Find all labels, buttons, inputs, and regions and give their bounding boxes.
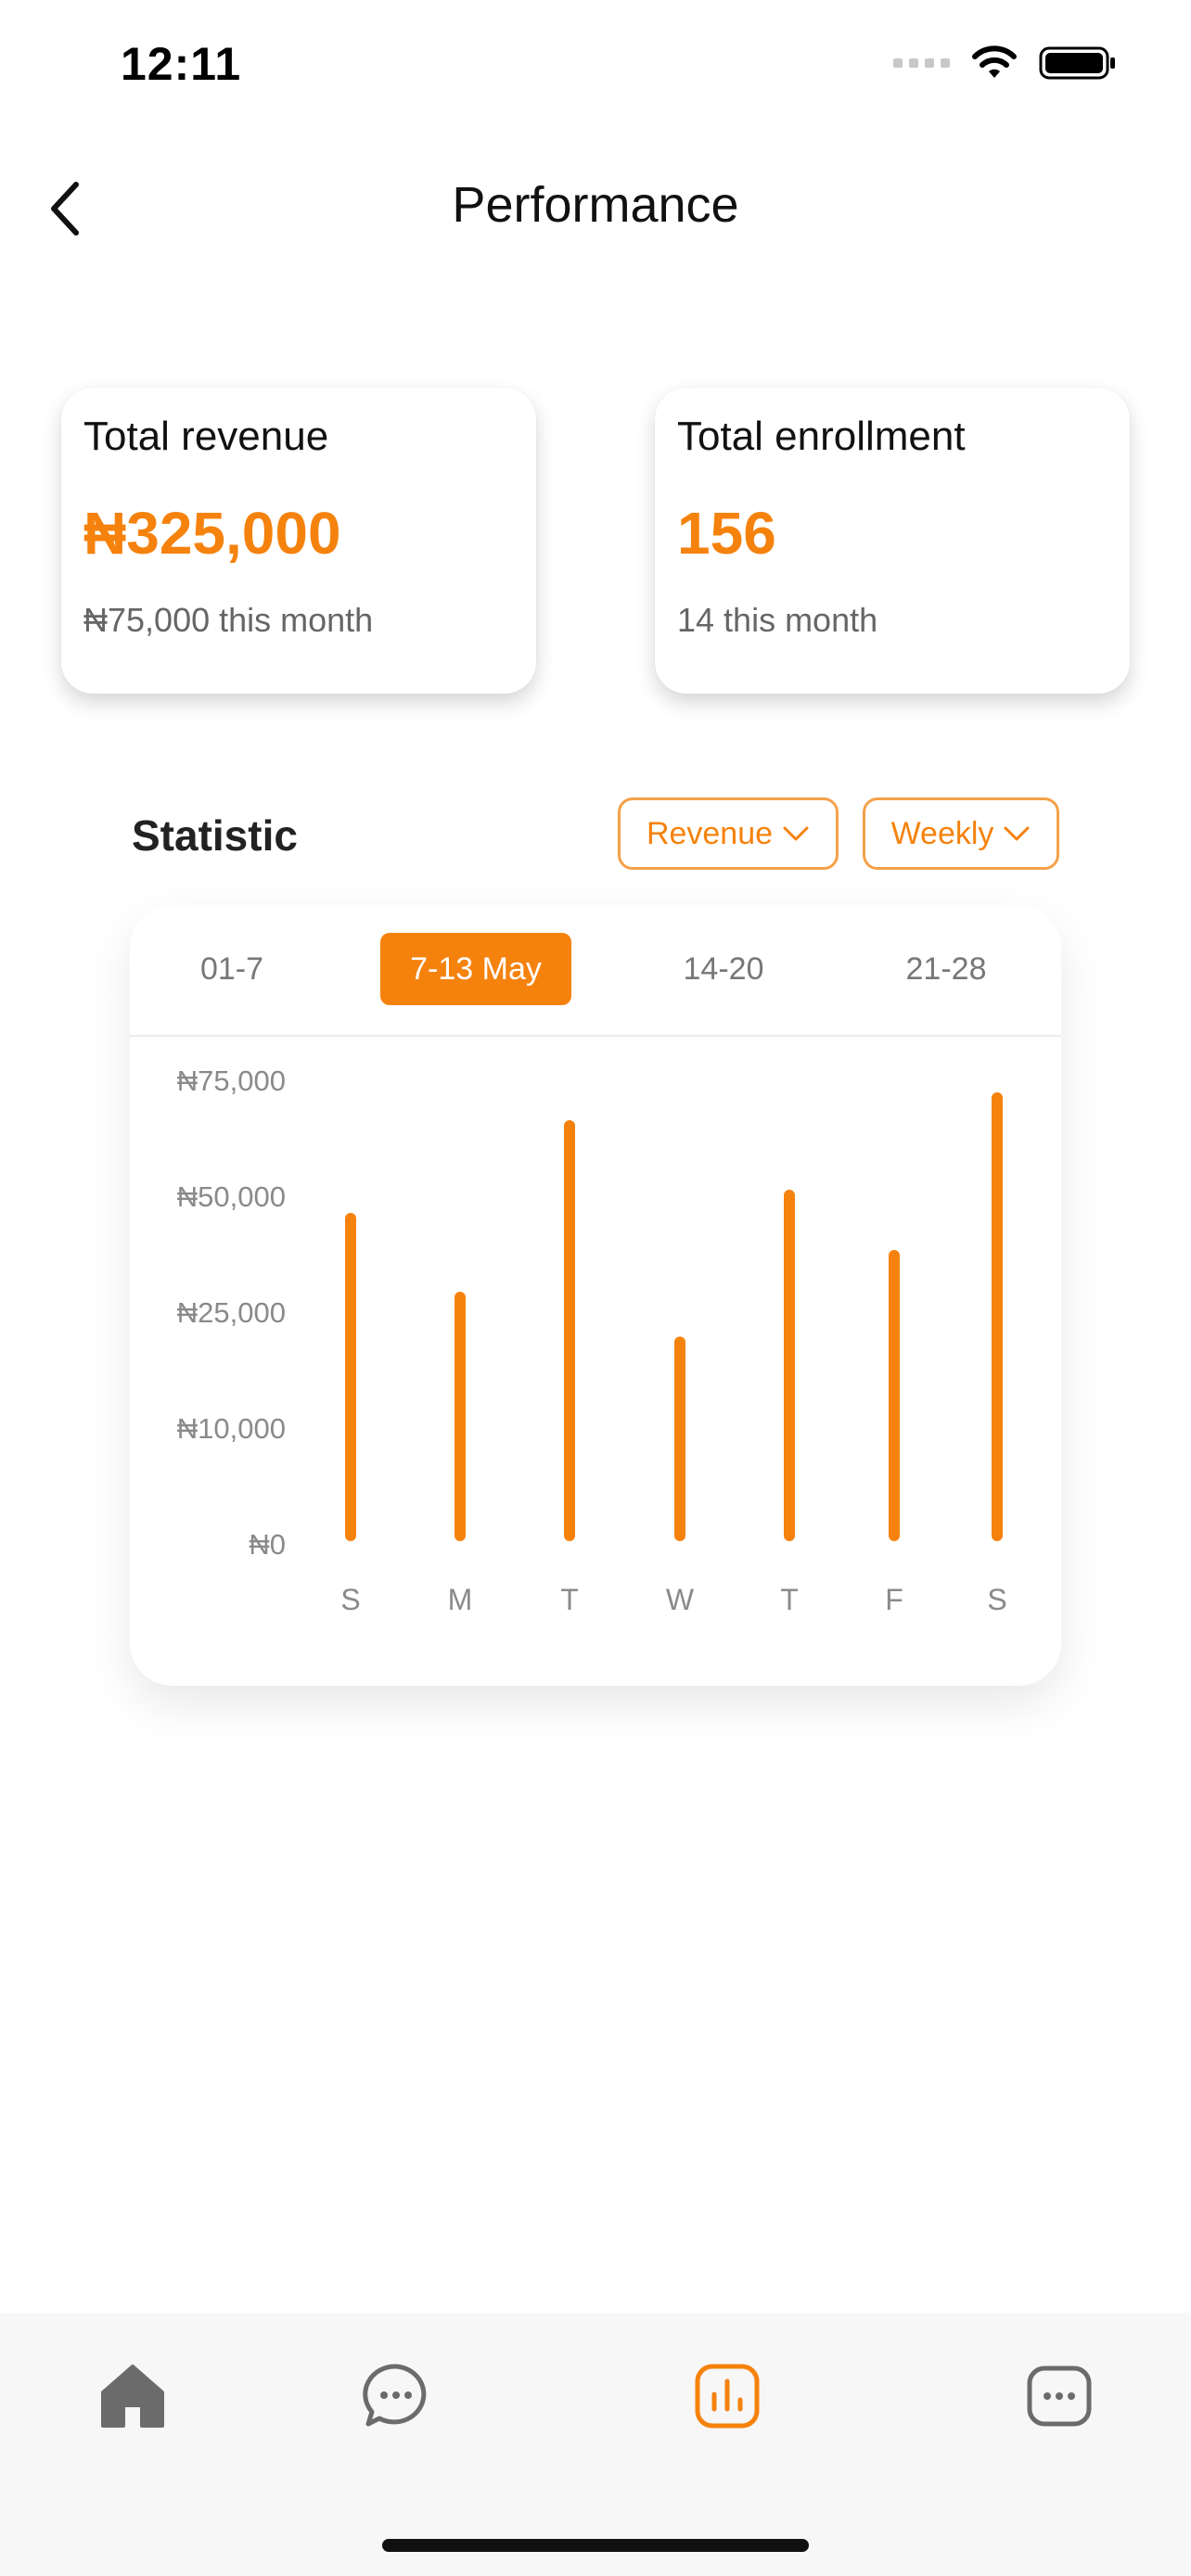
- home-indicator: [382, 2539, 809, 2552]
- nav-home[interactable]: [86, 2350, 179, 2442]
- nav-stats[interactable]: [681, 2350, 774, 2442]
- chat-icon: [363, 2364, 427, 2427]
- x-tick-label: W: [666, 1583, 695, 1616]
- wifi-icon: [972, 45, 1017, 78]
- metric-filter-label: Revenue: [646, 815, 774, 851]
- card-subtext: 14 this month: [677, 601, 878, 639]
- total-enrollment-card: Total enrollment 156 14 this month: [655, 388, 1130, 694]
- week-tab-1[interactable]: 01-7: [167, 933, 297, 1005]
- week-tab-2[interactable]: 7-13 May: [380, 933, 571, 1005]
- card-title: Total revenue: [83, 414, 329, 459]
- chevron-down-icon: [783, 826, 809, 841]
- x-tick-label: T: [780, 1583, 799, 1616]
- nav-messages[interactable]: [1013, 2350, 1106, 2442]
- statistic-chart-panel: 01-7 7-13 May 14-20 21-28 ₦0 ₦10,000 ₦25,0…: [130, 905, 1061, 1686]
- period-filter-dropdown[interactable]: Weekly: [863, 797, 1059, 870]
- chevron-down-icon: [1004, 826, 1030, 841]
- x-tick-label: M: [448, 1583, 473, 1616]
- home-icon: [101, 2365, 164, 2428]
- metric-filter-dropdown[interactable]: Revenue: [618, 797, 839, 870]
- nav-chat[interactable]: [350, 2350, 442, 2442]
- statistic-title: Statistic: [132, 811, 298, 860]
- x-tick-label: F: [885, 1583, 903, 1616]
- signal-icon: [893, 58, 950, 68]
- stats-icon: [695, 2364, 760, 2429]
- status-indicators: [893, 45, 1117, 82]
- card-title: Total enrollment: [677, 414, 966, 459]
- y-tick-label: ₦0: [249, 1528, 286, 1561]
- week-tab-3[interactable]: 14-20: [649, 933, 798, 1005]
- y-tick-label: ₦25,000: [177, 1296, 286, 1329]
- y-tick-label: ₦10,000: [177, 1412, 286, 1445]
- y-tick-label: ₦50,000: [177, 1180, 286, 1213]
- messages-icon: [1027, 2366, 1092, 2427]
- card-value: 156: [677, 500, 776, 567]
- card-value: ₦325,000: [83, 500, 341, 567]
- page-title: Performance: [452, 177, 739, 233]
- x-tick-label: T: [560, 1583, 579, 1616]
- battery-icon: [1039, 46, 1115, 80]
- status-time: 12:11: [121, 38, 242, 90]
- revenue-bar-chart: ₦0 ₦10,000 ₦25,000 ₦50,000 ₦75,000 S M T W T F S: [177, 1065, 1007, 1616]
- period-filter-label: Weekly: [890, 815, 994, 851]
- x-tick-label: S: [987, 1583, 1006, 1616]
- x-tick-label: S: [340, 1583, 360, 1616]
- total-revenue-card: Total revenue ₦325,000 ₦75,000 this mont…: [61, 388, 536, 694]
- week-tabs: 01-7 7-13 May 14-20 21-28: [130, 905, 1061, 1037]
- card-subtext: ₦75,000 this month: [83, 601, 374, 639]
- week-tab-4[interactable]: 21-28: [872, 933, 1020, 1005]
- bottom-nav: [0, 2313, 1191, 2576]
- y-tick-label: ₦75,000: [177, 1065, 286, 1097]
